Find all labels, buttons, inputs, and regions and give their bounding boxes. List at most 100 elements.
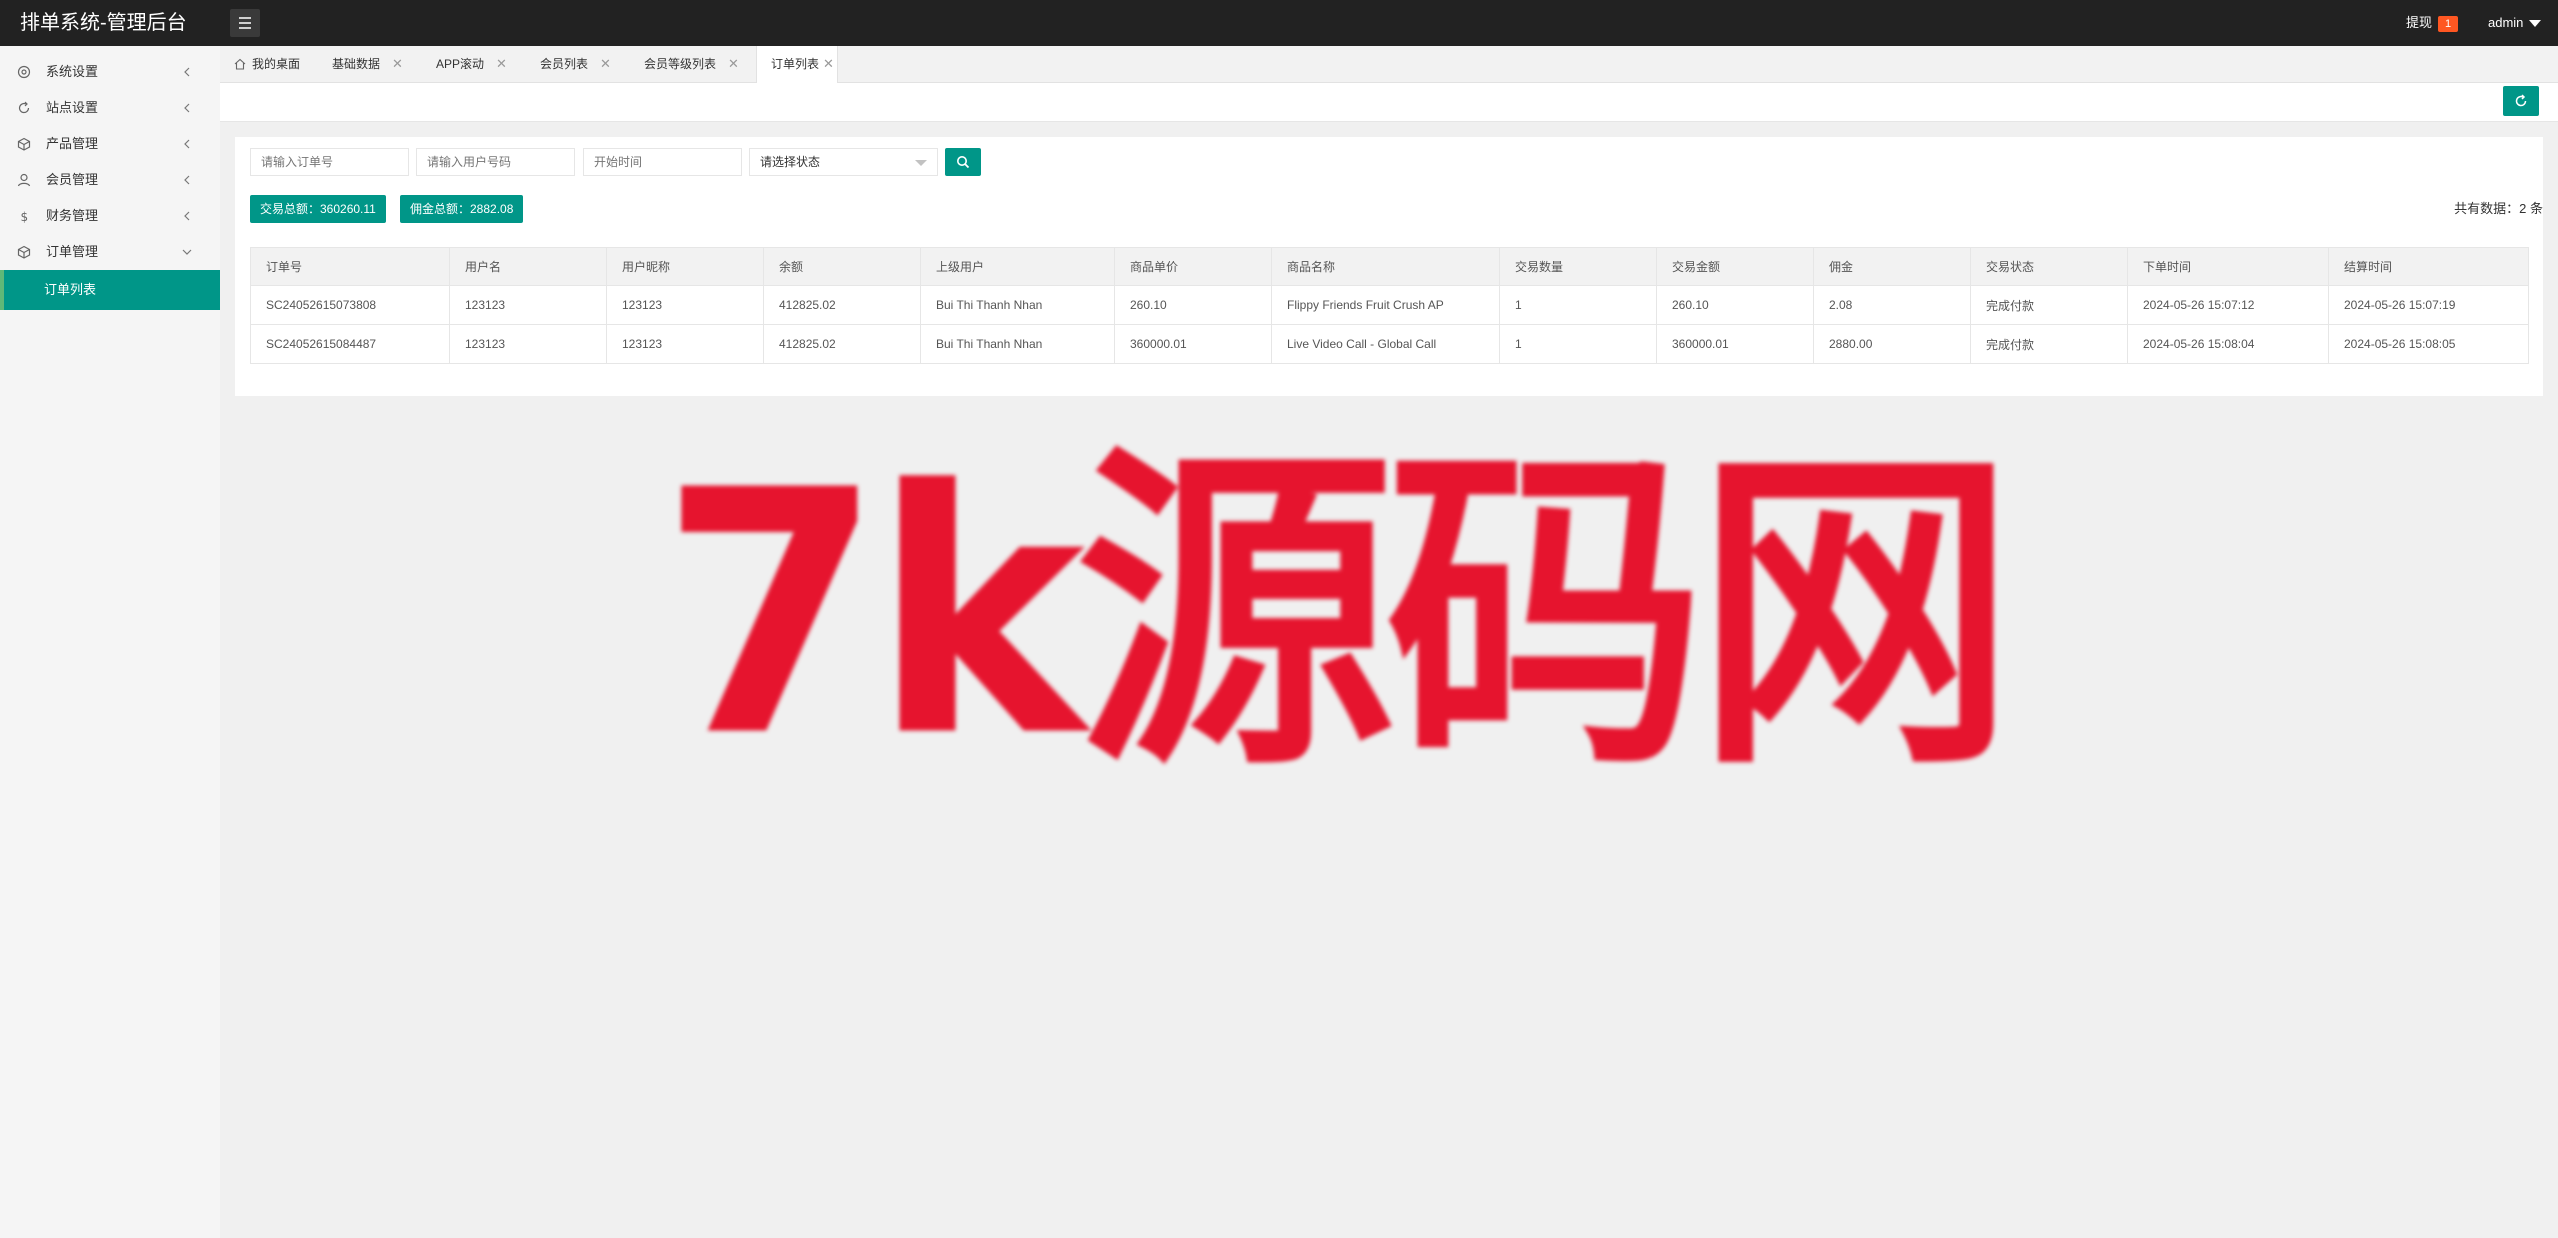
cube-icon (17, 245, 31, 259)
caret-down-icon (915, 160, 927, 166)
tab-order-list[interactable]: 订单列表 ✕ (756, 46, 838, 83)
user-number-input[interactable] (416, 148, 575, 176)
tab-basic-data[interactable]: 基础数据 ✕ (332, 46, 403, 82)
sidebar-item-label: 产品管理 (46, 136, 99, 151)
sidebar-item-system-settings[interactable]: 系统设置 (0, 54, 220, 90)
column-header: 交易金额 (1656, 247, 1814, 286)
sidebar-item-member-management[interactable]: 会员管理 (0, 162, 220, 198)
hamburger-icon-line (239, 22, 251, 24)
dollar-icon: $ (21, 210, 29, 223)
table-header-row: 订单号 用户名 用户昵称 余额 上级用户 商品单价 商品名称 交易数量 交易金额… (250, 247, 2529, 286)
refresh-icon (2515, 94, 2527, 107)
table-cell: 完成付款 (1970, 285, 2128, 325)
column-header: 交易数量 (1499, 247, 1657, 286)
table-cell: SC24052615073808 (250, 285, 450, 325)
sidebar-item-label: 系统设置 (46, 64, 99, 79)
column-header: 订单号 (250, 247, 450, 286)
search-icon (957, 156, 970, 169)
table-cell: 完成付款 (1970, 324, 2128, 364)
caret-down-icon (2529, 20, 2542, 28)
table-cell: 123123 (606, 285, 764, 325)
column-header: 佣金 (1813, 247, 1971, 286)
tab-member-list[interactable]: 会员列表 ✕ (540, 46, 611, 82)
tab-bar: 我的桌面 基础数据 ✕ APP滚动 ✕ 会员列表 ✕ 会员等级列表 ✕ 订单列表… (220, 46, 2558, 83)
sidebar-subitem-label: 订单列表 (44, 282, 97, 297)
sidebar-item-label: 会员管理 (46, 172, 99, 187)
table-cell: Bui Thi Thanh Nhan (920, 324, 1115, 364)
table-row[interactable]: SC24052615073808 123123 123123 412825.02… (250, 285, 2529, 325)
page-toolbar (220, 83, 2558, 122)
table-cell: 2880.00 (1813, 324, 1971, 364)
menu-toggle-button[interactable] (230, 9, 260, 37)
chevron-left-icon (184, 103, 190, 113)
refresh-button[interactable] (2503, 86, 2539, 116)
order-number-input[interactable] (250, 148, 409, 176)
table-cell: 412825.02 (763, 324, 921, 364)
table-cell: 1 (1499, 285, 1657, 325)
status-select[interactable]: 请选择状态 (749, 148, 938, 176)
sidebar: 系统设置 站点设置 产品管理 会员管理 $ 财务管理 订单管理 订单列表 (0, 46, 220, 1238)
watermark: 7k源码网 (660, 419, 2015, 811)
user-menu[interactable]: admin (2488, 14, 2542, 32)
sidebar-item-order-management[interactable]: 订单管理 (0, 234, 220, 270)
sidebar-item-site-settings[interactable]: 站点设置 (0, 90, 220, 126)
column-header: 上级用户 (920, 247, 1115, 286)
table-cell: 412825.02 (763, 285, 921, 325)
hamburger-icon-line (239, 17, 251, 19)
gear-icon (17, 65, 31, 79)
svg-text:$: $ (21, 210, 29, 223)
close-icon[interactable]: ✕ (392, 46, 403, 82)
table-cell: SC24052615084487 (250, 324, 450, 364)
start-time-input[interactable] (583, 148, 742, 176)
close-icon[interactable]: ✕ (728, 46, 739, 82)
close-icon[interactable]: ✕ (823, 46, 834, 82)
chevron-down-icon (182, 249, 192, 255)
chevron-left-icon (184, 175, 190, 185)
column-header: 用户昵称 (606, 247, 764, 286)
sidebar-item-label: 站点设置 (46, 100, 99, 115)
column-header: 下单时间 (2127, 247, 2329, 286)
status-select-value: 请选择状态 (760, 155, 821, 169)
sidebar-subitem-order-list[interactable]: 订单列表 (0, 270, 220, 310)
table-row[interactable]: SC24052615084487 123123 123123 412825.02… (250, 324, 2529, 364)
table-cell: 360000.01 (1114, 324, 1272, 364)
table-cell: 2.08 (1813, 285, 1971, 325)
close-icon[interactable]: ✕ (496, 46, 507, 82)
sidebar-item-finance-management[interactable]: $ 财务管理 (0, 198, 220, 234)
table-cell: 2024-05-26 15:07:12 (2127, 285, 2329, 325)
withdraw-badge: 1 (2438, 16, 2459, 32)
column-header: 余额 (763, 247, 921, 286)
chevron-left-icon (184, 211, 190, 221)
home-icon (234, 58, 246, 70)
tab-label: 订单列表 (771, 57, 820, 71)
close-icon[interactable]: ✕ (600, 46, 611, 82)
table-cell: 2024-05-26 15:07:19 (2328, 285, 2529, 325)
search-button[interactable] (945, 148, 981, 176)
withdraw-label: 提现 (2406, 15, 2433, 30)
column-header: 商品单价 (1114, 247, 1272, 286)
table-cell: 123123 (449, 324, 607, 364)
sidebar-item-label: 财务管理 (46, 208, 99, 223)
table-cell: 123123 (449, 285, 607, 325)
table-cell: Bui Thi Thanh Nhan (920, 285, 1115, 325)
column-header: 结算时间 (2328, 247, 2529, 286)
tab-app-scroll[interactable]: APP滚动 ✕ (436, 46, 507, 82)
active-indicator (0, 270, 4, 310)
table-cell: Live Video Call - Global Call (1271, 324, 1500, 364)
sidebar-item-product-management[interactable]: 产品管理 (0, 126, 220, 162)
sidebar-item-label: 订单管理 (46, 244, 99, 259)
column-header: 交易状态 (1970, 247, 2128, 286)
order-list-card: 请选择状态 交易总额：360260.11 佣金总额：2882.08 共有数据：2… (235, 137, 2543, 396)
chevron-left-icon (184, 139, 190, 149)
tab-member-level-list[interactable]: 会员等级列表 ✕ (644, 46, 739, 82)
app-title: 排单系统-管理后台 (20, 12, 187, 34)
table-cell: 123123 (606, 324, 764, 364)
user-icon (17, 173, 31, 187)
column-header: 商品名称 (1271, 247, 1500, 286)
top-bar: 排单系统-管理后台 提现 1 admin (0, 0, 2558, 46)
withdraw-link[interactable]: 提现 1 (2406, 14, 2459, 32)
user-name: admin (2488, 15, 2524, 30)
table-cell: 2024-05-26 15:08:04 (2127, 324, 2329, 364)
tab-my-desktop[interactable]: 我的桌面 (234, 46, 300, 82)
tab-label: APP滚动 (436, 57, 485, 71)
